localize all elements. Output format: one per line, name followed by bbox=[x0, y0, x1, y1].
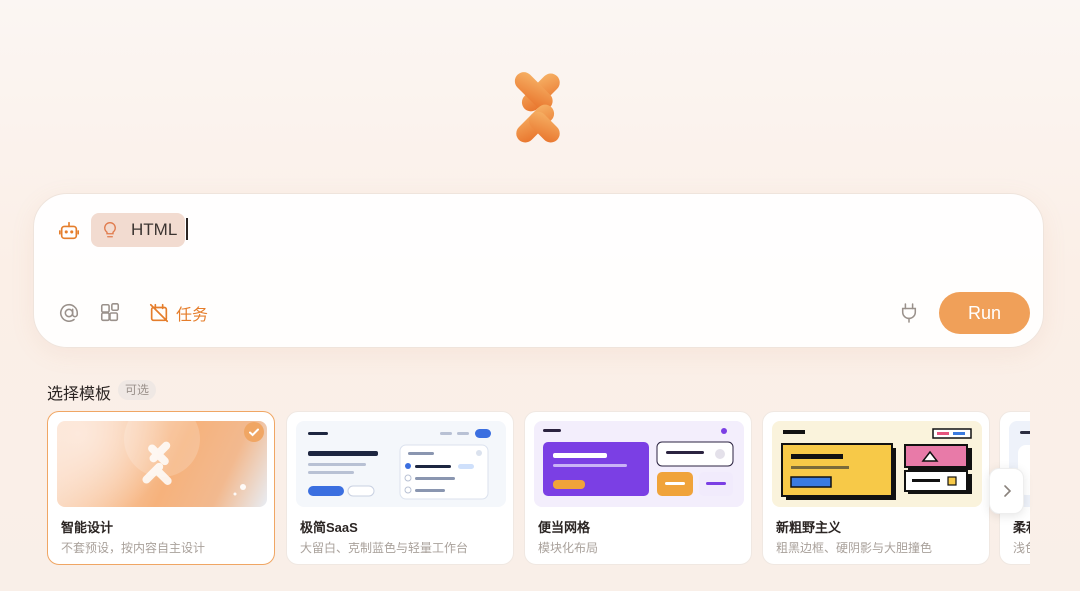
robot-icon[interactable] bbox=[58, 220, 80, 242]
apps-icon bbox=[100, 303, 120, 322]
mention-button[interactable] bbox=[58, 302, 80, 324]
skill-chip[interactable]: HTML bbox=[91, 213, 186, 247]
lightbulb-icon bbox=[104, 222, 116, 238]
plug-icon bbox=[901, 303, 917, 323]
template-card-neobrutalism[interactable]: 新粗野主义 粗黑边框、硬阴影与大胆撞色 bbox=[762, 411, 990, 565]
template-card-saas[interactable]: 极简SaaS 大留白、克制蓝色与轻量工作台 bbox=[286, 411, 514, 565]
templates-title: 选择模板 bbox=[47, 386, 112, 403]
template-thumb bbox=[772, 421, 982, 507]
run-button[interactable]: Run bbox=[939, 292, 1030, 334]
plugin-button[interactable] bbox=[898, 301, 920, 325]
template-thumb bbox=[296, 421, 506, 507]
check-icon bbox=[249, 428, 259, 437]
template-name: 智能设计 bbox=[61, 520, 114, 535]
at-icon bbox=[59, 304, 79, 322]
apps-button[interactable] bbox=[99, 302, 121, 324]
task-label: 任务 bbox=[176, 307, 209, 324]
task-off-icon bbox=[149, 303, 169, 323]
template-name: 便当网格 bbox=[538, 520, 591, 535]
template-desc: 浅色 bbox=[1013, 541, 1030, 555]
template-carousel: 智能设计 不套预设，按内容自主设计 极简SaaS 大留白、克制蓝色与轻量工作台 … bbox=[47, 411, 1030, 566]
template-name: 极简SaaS bbox=[300, 520, 358, 535]
template-desc: 不套预设，按内容自主设计 bbox=[61, 541, 206, 555]
prompt-card: HTML 任务 Run bbox=[33, 193, 1044, 348]
carousel-next-button[interactable] bbox=[989, 468, 1024, 514]
template-name: 柔和 bbox=[1013, 520, 1030, 535]
template-thumb bbox=[57, 421, 267, 507]
task-toggle[interactable]: 任务 bbox=[148, 300, 208, 326]
template-thumb bbox=[534, 421, 744, 507]
optional-badge: 可选 bbox=[118, 380, 157, 400]
template-card-bento[interactable]: 便当网格 模块化布局 bbox=[524, 411, 752, 565]
template-card-smart[interactable]: 智能设计 不套预设，按内容自主设计 bbox=[47, 411, 275, 565]
selected-check bbox=[244, 422, 264, 442]
template-desc: 模块化布局 bbox=[538, 541, 599, 555]
app-logo bbox=[514, 72, 560, 143]
template-desc: 大留白、克制蓝色与轻量工作台 bbox=[300, 541, 469, 555]
chevron-right-icon bbox=[1003, 485, 1011, 497]
template-name: 新粗野主义 bbox=[776, 520, 842, 535]
template-desc: 粗黑边框、硬阴影与大胆撞色 bbox=[776, 541, 933, 555]
text-cursor bbox=[186, 218, 188, 240]
skill-chip-label: HTML bbox=[131, 220, 178, 239]
